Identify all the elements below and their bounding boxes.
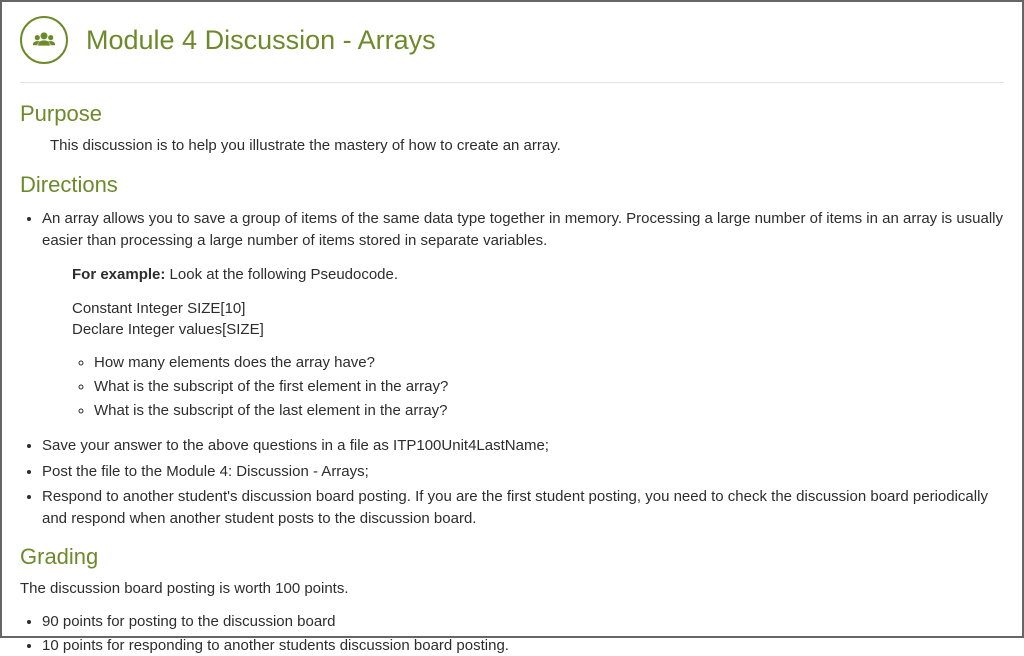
directions-list: An array allows you to save a group of i…: [20, 208, 1004, 530]
purpose-heading: Purpose: [20, 101, 1004, 127]
grading-list: 90 points for posting to the discussion …: [20, 611, 1004, 656]
purpose-text: This discussion is to help you illustrat…: [20, 137, 1004, 154]
questions-list: How many elements does the array have? W…: [42, 352, 1004, 421]
directions-item: Respond to another student's discussion …: [42, 486, 1004, 530]
directions-item: An array allows you to save a group of i…: [42, 208, 1004, 421]
group-icon: [20, 16, 68, 64]
question-item: What is the subscript of the last elemen…: [94, 400, 1004, 421]
example-block: For example: Look at the following Pseud…: [42, 264, 1004, 340]
page-header: Module 4 Discussion - Arrays: [20, 16, 1004, 64]
code-line-1: Constant Integer SIZE[10]: [72, 299, 1004, 319]
directions-item: Post the file to the Module 4: Discussio…: [42, 461, 1004, 483]
example-line: For example: Look at the following Pseud…: [72, 264, 1004, 286]
directions-item: Save your answer to the above questions …: [42, 435, 1004, 457]
question-item: How many elements does the array have?: [94, 352, 1004, 373]
pseudocode: Constant Integer SIZE[10] Declare Intege…: [72, 299, 1004, 340]
code-line-2: Declare Integer values[SIZE]: [72, 320, 1004, 340]
header-divider: [20, 82, 1004, 83]
question-item: What is the subscript of the first eleme…: [94, 376, 1004, 397]
directions-heading: Directions: [20, 172, 1004, 198]
directions-intro-text: An array allows you to save a group of i…: [42, 210, 1003, 249]
example-following-text: Look at the following Pseudocode.: [165, 266, 398, 283]
grading-intro: The discussion board posting is worth 10…: [20, 580, 1004, 597]
page-title: Module 4 Discussion - Arrays: [86, 25, 436, 56]
example-label: For example:: [72, 266, 165, 283]
grading-item: 90 points for posting to the discussion …: [42, 611, 1004, 632]
grading-heading: Grading: [20, 544, 1004, 570]
